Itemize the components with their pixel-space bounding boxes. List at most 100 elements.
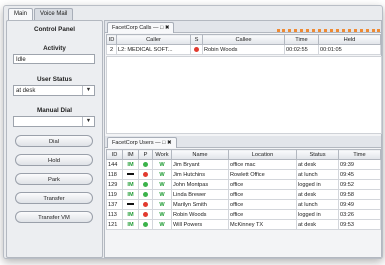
call-status-cell	[190, 44, 203, 55]
calls-panel-tab[interactable]: FacetCorp Calls — □ ✖	[107, 22, 175, 33]
manual-dial-label: Manual Dial	[37, 107, 72, 114]
user-work: W	[152, 159, 172, 170]
user-status: logged in	[296, 179, 339, 190]
user-im: IM	[122, 179, 139, 190]
panel-window-controls-icon[interactable]: — □ ✖	[155, 140, 172, 146]
activity-label: Activity	[43, 45, 66, 52]
column-header-time[interactable]: Time	[284, 34, 319, 45]
user-time: 09:39	[338, 159, 381, 170]
table-row[interactable]: 2 L2: MEDICAL SOFT... Robin Woods 00:02:…	[106, 44, 381, 55]
user-status: at lunch	[296, 199, 339, 210]
user-work: W	[152, 169, 172, 180]
user-presence-cell	[138, 209, 153, 220]
im-unavailable-icon	[127, 173, 134, 175]
users-table: ID IM P Work Name Location Status Time 1…	[106, 149, 381, 230]
park-button[interactable]: Park	[15, 173, 93, 185]
user-location: McKinney TX	[228, 219, 297, 230]
column-header-work[interactable]: Work	[152, 149, 172, 160]
user-id: 144	[106, 159, 123, 170]
call-time: 00:02:55	[284, 44, 319, 55]
presence-busy-icon	[143, 171, 148, 177]
column-header-location[interactable]: Location	[228, 149, 297, 160]
table-row[interactable]: 129 IM W John Montpas office logged in 09:52	[106, 179, 381, 190]
table-row[interactable]: 121 IM W Will Powers McKinney TX at desk 09:53	[106, 219, 381, 230]
tab-main[interactable]: Main	[8, 8, 34, 20]
column-header-id[interactable]: ID	[106, 149, 123, 160]
user-name: Will Powers	[171, 219, 229, 230]
panel-window-controls-icon[interactable]: — □ ✖	[153, 25, 170, 31]
user-name: John Montpas	[171, 179, 229, 190]
user-name: Jim Hutchins	[171, 169, 229, 180]
user-work: W	[152, 209, 172, 220]
chevron-down-icon[interactable]: ▼	[82, 86, 94, 95]
user-location: office	[228, 209, 297, 220]
presence-available-icon	[143, 161, 148, 167]
main-tab-strip: Main Voice Mail	[8, 8, 74, 20]
table-row[interactable]: 144 IM W Jim Bryant office mac at desk 09:39	[106, 159, 381, 170]
user-status: at desk	[296, 189, 339, 200]
manual-dial-input[interactable]: ▼	[13, 116, 95, 127]
user-im: IM	[122, 159, 139, 170]
user-name: Linda Brewer	[171, 189, 229, 200]
user-presence-cell	[138, 189, 153, 200]
column-header-id[interactable]: ID	[106, 34, 117, 45]
table-row[interactable]: 113 IM W Robin Woods office logged in 03:26	[106, 209, 381, 220]
column-header-time[interactable]: Time	[338, 149, 381, 160]
table-row[interactable]: 119 IM W Linda Brewer office at desk 09:58	[106, 189, 381, 200]
user-status: logged in	[296, 209, 339, 220]
call-callee: Robin Woods	[202, 44, 285, 55]
user-id: 121	[106, 219, 123, 230]
user-presence-cell	[138, 169, 153, 180]
calls-panel-tab-label: FacetCorp Calls	[112, 25, 152, 31]
user-work: W	[152, 179, 172, 190]
user-id: 129	[106, 179, 123, 190]
column-header-held[interactable]: Held	[318, 34, 381, 45]
user-im: IM	[122, 189, 139, 200]
control-panel-title: Control Panel	[34, 26, 75, 33]
user-status-value: at desk	[16, 88, 36, 94]
chevron-down-icon[interactable]: ▼	[82, 117, 94, 126]
user-time: 09:58	[338, 189, 381, 200]
user-location: Rowlett Office	[228, 169, 297, 180]
column-header-caller[interactable]: Caller	[116, 34, 191, 45]
presence-available-icon	[143, 221, 148, 227]
user-status-select[interactable]: at desk ▼	[13, 85, 95, 96]
presence-available-icon	[143, 181, 148, 187]
im-unavailable-icon	[127, 203, 134, 205]
user-status-label: User Status	[37, 76, 72, 83]
user-time: 09:45	[338, 169, 381, 180]
users-panel-tab[interactable]: FacetCorp Users — □ ✖	[107, 137, 177, 148]
column-header-status[interactable]: Status	[296, 149, 339, 160]
table-row[interactable]: 137 W Marilyn Smith office at lunch 09:49	[106, 199, 381, 210]
user-name: Jim Bryant	[171, 159, 229, 170]
user-presence-cell	[138, 159, 153, 170]
calls-empty-area	[106, 56, 382, 134]
users-panel-tabbar: FacetCorp Users — □ ✖	[105, 136, 381, 148]
user-status: at lunch	[296, 169, 339, 180]
control-panel: Control Panel Activity Idle User Status …	[6, 20, 103, 258]
hold-button[interactable]: Hold	[15, 154, 93, 166]
calls-table: ID Caller S Callee Time Held 2 L2: MEDIC…	[106, 34, 381, 55]
activity-field[interactable]: Idle	[13, 54, 95, 64]
call-id: 2	[106, 44, 117, 55]
dial-button[interactable]: Dial	[15, 135, 93, 147]
user-presence-cell	[138, 179, 153, 190]
users-table-header: ID IM P Work Name Location Status Time	[106, 149, 381, 160]
column-header-callee[interactable]: Callee	[202, 34, 285, 45]
transfer-button[interactable]: Transfer	[15, 192, 93, 204]
column-header-p[interactable]: P	[138, 149, 153, 160]
column-header-s[interactable]: S	[190, 34, 203, 45]
user-im: IM	[122, 209, 139, 220]
column-header-name[interactable]: Name	[171, 149, 229, 160]
transfer-vm-button[interactable]: Transfer VM	[15, 211, 93, 223]
user-id: 137	[106, 199, 123, 210]
column-header-im[interactable]: IM	[122, 149, 139, 160]
user-work: W	[152, 189, 172, 200]
user-im-cell	[122, 169, 139, 180]
tab-voice-mail[interactable]: Voice Mail	[34, 8, 74, 20]
status-red-dot-icon	[194, 46, 199, 52]
user-work: W	[152, 219, 172, 230]
table-row[interactable]: 118 W Jim Hutchins Rowlett Office at lunch 09…	[106, 169, 381, 180]
user-time: 09:53	[338, 219, 381, 230]
user-time: 03:26	[338, 209, 381, 220]
